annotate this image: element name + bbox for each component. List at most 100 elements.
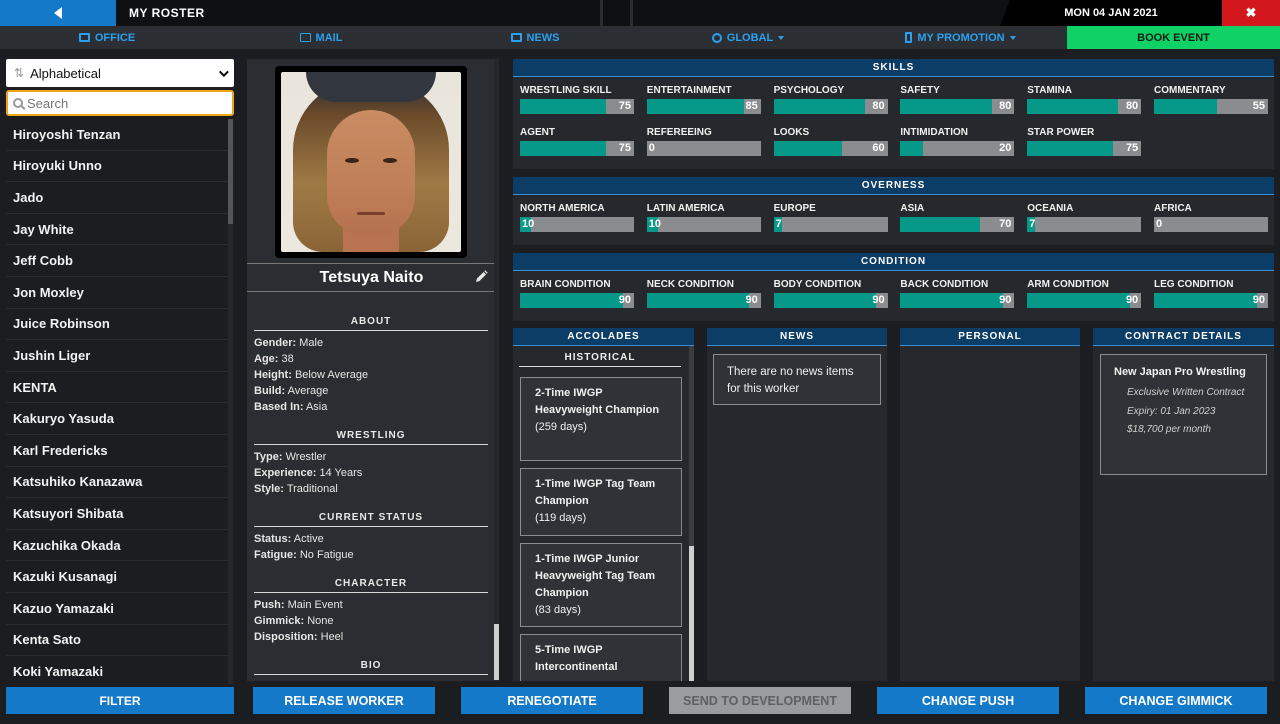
stat-label: EUROPE	[773, 203, 816, 214]
about-rows: Gender: Male Age: 38 Height: Below Average…	[254, 335, 488, 415]
worker-list-item[interactable]: Jon Moxley	[6, 277, 228, 309]
worker-list-item[interactable]: Kazuo Yamazaki	[6, 593, 228, 625]
stat-bar-fill	[1027, 293, 1130, 308]
pencil-icon[interactable]	[474, 270, 488, 284]
profile-row-value: 38	[281, 353, 294, 365]
accolades-scrollbar[interactable]	[689, 346, 694, 681]
stat-value: 80	[999, 100, 1012, 112]
profile-row-value: Active	[293, 533, 324, 545]
stat-bar: 75	[520, 141, 634, 156]
wrestling-rows: Type: Wrestler Experience: 14 Years Style:…	[254, 449, 488, 497]
stat-bar: 20	[900, 141, 1015, 156]
worker-list-item[interactable]: Kenta Sato	[6, 625, 228, 657]
page-title: MY ROSTER	[129, 6, 205, 20]
stat-bar-fill	[646, 293, 750, 308]
stat-refereeing: REFEREEING 0	[646, 127, 761, 156]
stat-label: ASIA	[900, 203, 925, 214]
stat-bar-fill	[520, 293, 623, 308]
accolade-title: 1-Time IWGP Junior Heavyweight Tag Team …	[535, 553, 656, 599]
back-button[interactable]	[0, 0, 116, 26]
filter-button[interactable]: FILTER	[6, 687, 234, 714]
worker-list-item[interactable]: Hiroyuki Unno	[6, 151, 228, 183]
worker-list-item[interactable]: Jeff Cobb	[6, 245, 228, 277]
worker-list-item[interactable]: Kakuryo Yasuda	[6, 403, 228, 435]
nav-my-promotion-label: MY PROMOTION	[917, 31, 1005, 44]
accolade-card: 2-Time IWGP Heavyweight Champion (259 day…	[520, 377, 682, 461]
worker-list-item[interactable]: Katsuyori Shibata	[6, 498, 228, 530]
contract-panel: CONTRACT DETAILS New Japan Pro Wrestling…	[1093, 328, 1274, 681]
stat-brain-condition: BRAIN CONDITION 90	[520, 279, 634, 308]
scrollbar-thumb[interactable]	[689, 546, 694, 681]
current-status-heading: CURRENT STATUS	[254, 512, 488, 527]
roster-screen: MY ROSTER MON 04 JAN 2021 ✖ OFFICE MAIL …	[0, 0, 1280, 724]
nav-mail-label: MAIL	[315, 31, 343, 44]
renegotiate-button[interactable]: RENEGOTIATE	[461, 687, 643, 714]
nav-my-promotion[interactable]: MY PROMOTION	[854, 26, 1067, 49]
stat-oceania: OCEANIA 7	[1027, 203, 1142, 232]
send-to-development-button[interactable]: SEND TO DEVELOPMENT	[669, 687, 851, 714]
stat-bar: 90	[900, 293, 1015, 308]
nav-office[interactable]: OFFICE	[0, 26, 214, 49]
stat-label: ARM CONDITION	[1027, 279, 1109, 290]
stat-leg-condition: LEG CONDITION 90	[1154, 279, 1268, 308]
close-button[interactable]: ✖	[1222, 0, 1280, 26]
worker-list-item[interactable]: Jado	[6, 182, 228, 214]
profile-scrollbar[interactable]	[494, 59, 499, 681]
nav-mail[interactable]: MAIL	[214, 26, 428, 49]
book-event-button[interactable]: BOOK EVENT	[1067, 26, 1280, 49]
stat-bar-fill	[773, 141, 842, 156]
stat-value: 7	[1029, 218, 1036, 230]
worker-list-item[interactable]: Hiroyoshi Tenzan	[6, 119, 228, 151]
stat-bar: 80	[1027, 99, 1142, 114]
stat-label: SAFETY	[900, 85, 940, 96]
profile-row-key: Gimmick:	[254, 615, 305, 627]
contract-heading: CONTRACT DETAILS	[1093, 328, 1274, 346]
stat-bar: 60	[773, 141, 888, 156]
search-input[interactable]	[27, 95, 217, 111]
worker-list-item[interactable]: Koki Yamazaki	[6, 656, 228, 684]
stat-bar: 90	[1027, 293, 1142, 308]
profile-row: Based In: Asia	[254, 399, 488, 415]
profile-row: Height: Below Average	[254, 367, 488, 383]
profile-row-key: Fatigue:	[254, 549, 297, 561]
stat-value: 55	[1252, 100, 1265, 112]
wrestling-heading: WRESTLING	[254, 430, 488, 445]
profile-row-key: Build:	[254, 385, 286, 397]
stat-value: 75	[1125, 142, 1139, 154]
accolade-title: 5-Time IWGP Intercontinental	[535, 644, 618, 673]
briefcase-icon	[78, 33, 90, 42]
scrollbar-thumb[interactable]	[228, 119, 233, 224]
scrollbar-thumb[interactable]	[494, 624, 499, 680]
nav-global[interactable]: GLOBAL	[642, 26, 854, 49]
stat-label: STAMINA	[1027, 85, 1072, 96]
nav-news[interactable]: NEWS	[428, 26, 642, 49]
stat-bar-fill	[900, 141, 924, 156]
stat-label: LOOKS	[773, 127, 810, 138]
release-worker-button[interactable]: RELEASE WORKER	[253, 687, 435, 714]
worker-list-item[interactable]: Katsuhiko Kanazawa	[6, 467, 228, 499]
worker-list-item[interactable]: Kazuki Kusanagi	[6, 561, 228, 593]
stat-value: 90	[872, 294, 885, 306]
contract-card: New Japan Pro Wrestling Exclusive Writte…	[1100, 354, 1267, 475]
worker-list-scrollbar[interactable]	[228, 119, 233, 684]
worker-list-item[interactable]: Juice Robinson	[6, 309, 228, 341]
search-field[interactable]	[6, 90, 234, 116]
sort-dropdown[interactable]: ⇅ Alphabetical	[6, 59, 234, 87]
change-gimmick-button[interactable]: CHANGE GIMMICK	[1085, 687, 1267, 714]
wrestling-section: WRESTLING Type: Wrestler Experience: 14 Y…	[254, 430, 488, 497]
worker-list-item[interactable]: Jushin Liger	[6, 340, 228, 372]
accolades-panel: ACCOLADES HISTORICAL 2-Time IWGP Heavywe…	[513, 328, 694, 681]
stat-bar: 85	[646, 99, 761, 114]
worker-list-item[interactable]: KENTA	[6, 372, 228, 404]
stat-wrestling-skill: WRESTLING SKILL 75	[520, 85, 634, 114]
accolades-heading: ACCOLADES	[513, 328, 694, 346]
worker-list-item[interactable]: Kazuchika Okada	[6, 530, 228, 562]
worker-list-item[interactable]: Karl Fredericks	[6, 435, 228, 467]
profile-row-value: Below Average	[294, 369, 369, 381]
accolade-title: 1-Time IWGP Tag Team Champion	[535, 478, 656, 507]
stat-bar: 90	[1154, 293, 1268, 308]
stat-bar-fill	[900, 217, 981, 232]
change-push-button[interactable]: CHANGE PUSH	[877, 687, 1059, 714]
title-divider	[600, 0, 603, 26]
worker-list-item[interactable]: Jay White	[6, 214, 228, 246]
